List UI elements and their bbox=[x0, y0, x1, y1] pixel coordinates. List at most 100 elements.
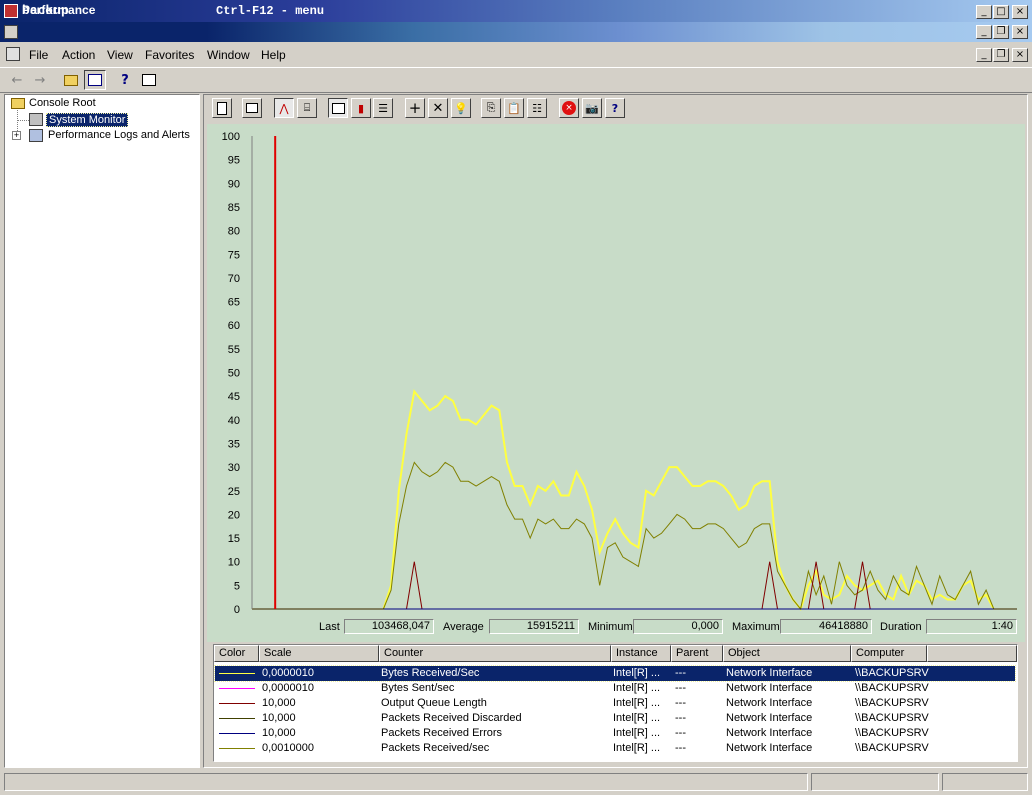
menu-action[interactable]: Action bbox=[62, 48, 95, 62]
doc-minimize-button[interactable]: _ bbox=[976, 48, 992, 62]
view-current-activity-icon[interactable]: ⋀ bbox=[274, 98, 294, 118]
legend-row[interactable]: 10,000 Packets Received Errors Intel[R] ..… bbox=[215, 726, 1015, 741]
copy-properties-icon[interactable]: ⎘ bbox=[481, 98, 501, 118]
legend-header-color[interactable]: Color bbox=[214, 645, 259, 662]
legend-cell-instance: Intel[R] ... bbox=[613, 727, 661, 739]
legend-cell-counter: Bytes Sent/sec bbox=[381, 682, 455, 694]
mmc-restore-button[interactable]: ❐ bbox=[993, 25, 1009, 39]
legend-cell-computer: \\BACKUPSRV bbox=[855, 742, 929, 754]
legend-header-counter[interactable]: Counter bbox=[379, 645, 611, 662]
y-tick-label: 70 bbox=[228, 273, 240, 285]
tree-pane bbox=[4, 94, 200, 768]
view-graph-icon[interactable] bbox=[328, 98, 348, 118]
view-report-icon[interactable]: ☰ bbox=[373, 98, 393, 118]
legend-cell-object: Network Interface bbox=[726, 682, 813, 694]
help-question-icon[interactable]: ? bbox=[605, 98, 625, 118]
stat-minimum-label: Minimum bbox=[588, 621, 633, 633]
legend-header-object[interactable]: Object bbox=[723, 645, 851, 662]
y-tick-label: 45 bbox=[228, 391, 240, 403]
legend-row[interactable]: 10,000 Output Queue Length Intel[R] ... ---… bbox=[215, 696, 1015, 711]
view-histogram-icon[interactable]: ▮ bbox=[351, 98, 371, 118]
menu-view[interactable]: View bbox=[107, 48, 133, 62]
legend-header-computer[interactable]: Computer bbox=[851, 645, 927, 662]
highlight-icon[interactable]: 💡 bbox=[451, 98, 471, 118]
y-tick-label: 85 bbox=[228, 202, 240, 214]
y-tick-label: 25 bbox=[228, 486, 240, 498]
legend-cell-computer: \\BACKUPSRV bbox=[855, 712, 929, 724]
legend-header-instance[interactable]: Instance bbox=[611, 645, 671, 662]
delete-counter-icon[interactable]: ✕ bbox=[428, 98, 448, 118]
tree-console-root[interactable]: Console Root bbox=[29, 97, 96, 109]
legend-cell-instance: Intel[R] ... bbox=[613, 697, 661, 709]
y-tick-label: 65 bbox=[228, 297, 240, 309]
status-panel-main bbox=[4, 773, 808, 791]
show-hide-tree-icon[interactable] bbox=[84, 70, 106, 90]
menu-window[interactable]: Window bbox=[207, 48, 250, 62]
legend-row[interactable]: 10,000 Packets Received Discarded Intel[R]… bbox=[215, 711, 1015, 726]
legend-row[interactable]: 0,0000010 Bytes Sent/sec Intel[R] ... --- Ne… bbox=[215, 681, 1015, 696]
legend-cell-scale: 10,000 bbox=[262, 727, 296, 739]
graph-area: 0 5 10 15 20 25 30 35 40 45 50 55 60 65 70 75 80 85 90 95 10… bbox=[207, 124, 1025, 642]
menu-favorites[interactable]: Favorites bbox=[145, 48, 194, 62]
legend-cell-counter: Bytes Received/Sec bbox=[381, 667, 480, 679]
mmc-minimize-button[interactable]: _ bbox=[976, 25, 992, 39]
legend-cell-scale: 10,000 bbox=[262, 697, 296, 709]
y-tick-label: 10 bbox=[228, 557, 240, 569]
legend-row[interactable]: 0,0000010 Bytes Received/Sec Intel[R] ... -… bbox=[214, 665, 1016, 682]
new-counter-set-icon[interactable] bbox=[212, 98, 232, 118]
queue-spike bbox=[761, 561, 778, 610]
stat-average-label: Average bbox=[443, 621, 484, 633]
y-tick-label: 15 bbox=[228, 533, 240, 545]
performance-chart: 0 5 10 15 20 25 30 35 40 45 50 55 60 65 70 75 80 85 90 95 10… bbox=[222, 131, 1017, 616]
legend-header-parent[interactable]: Parent bbox=[671, 645, 723, 662]
view-log-data-icon[interactable]: ⌸ bbox=[297, 98, 317, 118]
legend-cell-parent: --- bbox=[675, 667, 686, 679]
legend-header-scale[interactable]: Scale bbox=[259, 645, 379, 662]
freeze-display-icon[interactable]: × bbox=[559, 98, 579, 118]
stat-maximum-value: 46418880 bbox=[780, 619, 872, 634]
queue-spike bbox=[406, 561, 423, 610]
paste-counter-list-icon[interactable]: 📋 bbox=[504, 98, 524, 118]
legend-cell-computer: \\BACKUPSRV bbox=[855, 667, 929, 679]
help-icon[interactable]: ? bbox=[114, 70, 136, 90]
forward-arrow-icon[interactable]: → bbox=[29, 70, 51, 90]
y-tick-label: 60 bbox=[228, 320, 240, 332]
y-tick-label: 75 bbox=[228, 249, 240, 261]
doc-close-button[interactable]: × bbox=[1012, 48, 1028, 62]
legend-cell-parent: --- bbox=[675, 682, 686, 694]
tree-system-monitor[interactable]: System Monitor bbox=[46, 113, 129, 127]
legend-cell-scale: 0,0000010 bbox=[262, 682, 314, 694]
properties-icon[interactable]: ☷ bbox=[527, 98, 547, 118]
y-tick-label: 100 bbox=[222, 131, 240, 143]
legend-color-swatch bbox=[219, 703, 255, 704]
legend-cell-counter: Output Queue Length bbox=[381, 697, 487, 709]
legend-header-spacer bbox=[927, 645, 1017, 662]
add-counter-icon[interactable]: + bbox=[405, 98, 425, 118]
mmc-title: Performance bbox=[22, 3, 96, 17]
legend-row[interactable]: 0,0010000 Packets Received/sec Intel[R] ..… bbox=[215, 741, 1015, 756]
maximize-button[interactable]: □ bbox=[993, 5, 1009, 19]
clear-display-icon[interactable] bbox=[242, 98, 262, 118]
legend-cell-object: Network Interface bbox=[726, 727, 813, 739]
legend-cell-instance: Intel[R] ... bbox=[613, 667, 661, 679]
window-center-text: Ctrl-F12 - menu bbox=[216, 4, 325, 18]
stat-last-label: Last bbox=[319, 621, 340, 633]
perf-logs-icon bbox=[29, 129, 43, 142]
up-folder-icon[interactable] bbox=[60, 70, 82, 90]
expand-plus-icon[interactable]: + bbox=[12, 131, 21, 140]
stat-duration-value: 1:40 bbox=[926, 619, 1017, 634]
series-line-bytes-received-sec bbox=[252, 389, 1017, 612]
menu-file[interactable]: File bbox=[29, 48, 48, 62]
properties-icon[interactable] bbox=[138, 70, 160, 90]
minimize-button[interactable]: _ bbox=[976, 5, 992, 19]
mmc-close-button[interactable]: × bbox=[1012, 25, 1028, 39]
close-button[interactable]: × bbox=[1012, 5, 1028, 19]
console-icon[interactable] bbox=[6, 47, 20, 61]
update-data-icon[interactable]: 📷 bbox=[582, 98, 602, 118]
back-arrow-icon[interactable]: ← bbox=[6, 70, 28, 90]
menu-help[interactable]: Help bbox=[261, 48, 286, 62]
legend-cell-object: Network Interface bbox=[726, 697, 813, 709]
y-tick-label: 5 bbox=[234, 580, 240, 592]
doc-restore-button[interactable]: ❐ bbox=[993, 48, 1009, 62]
tree-perf-logs[interactable]: Performance Logs and Alerts bbox=[48, 129, 190, 141]
